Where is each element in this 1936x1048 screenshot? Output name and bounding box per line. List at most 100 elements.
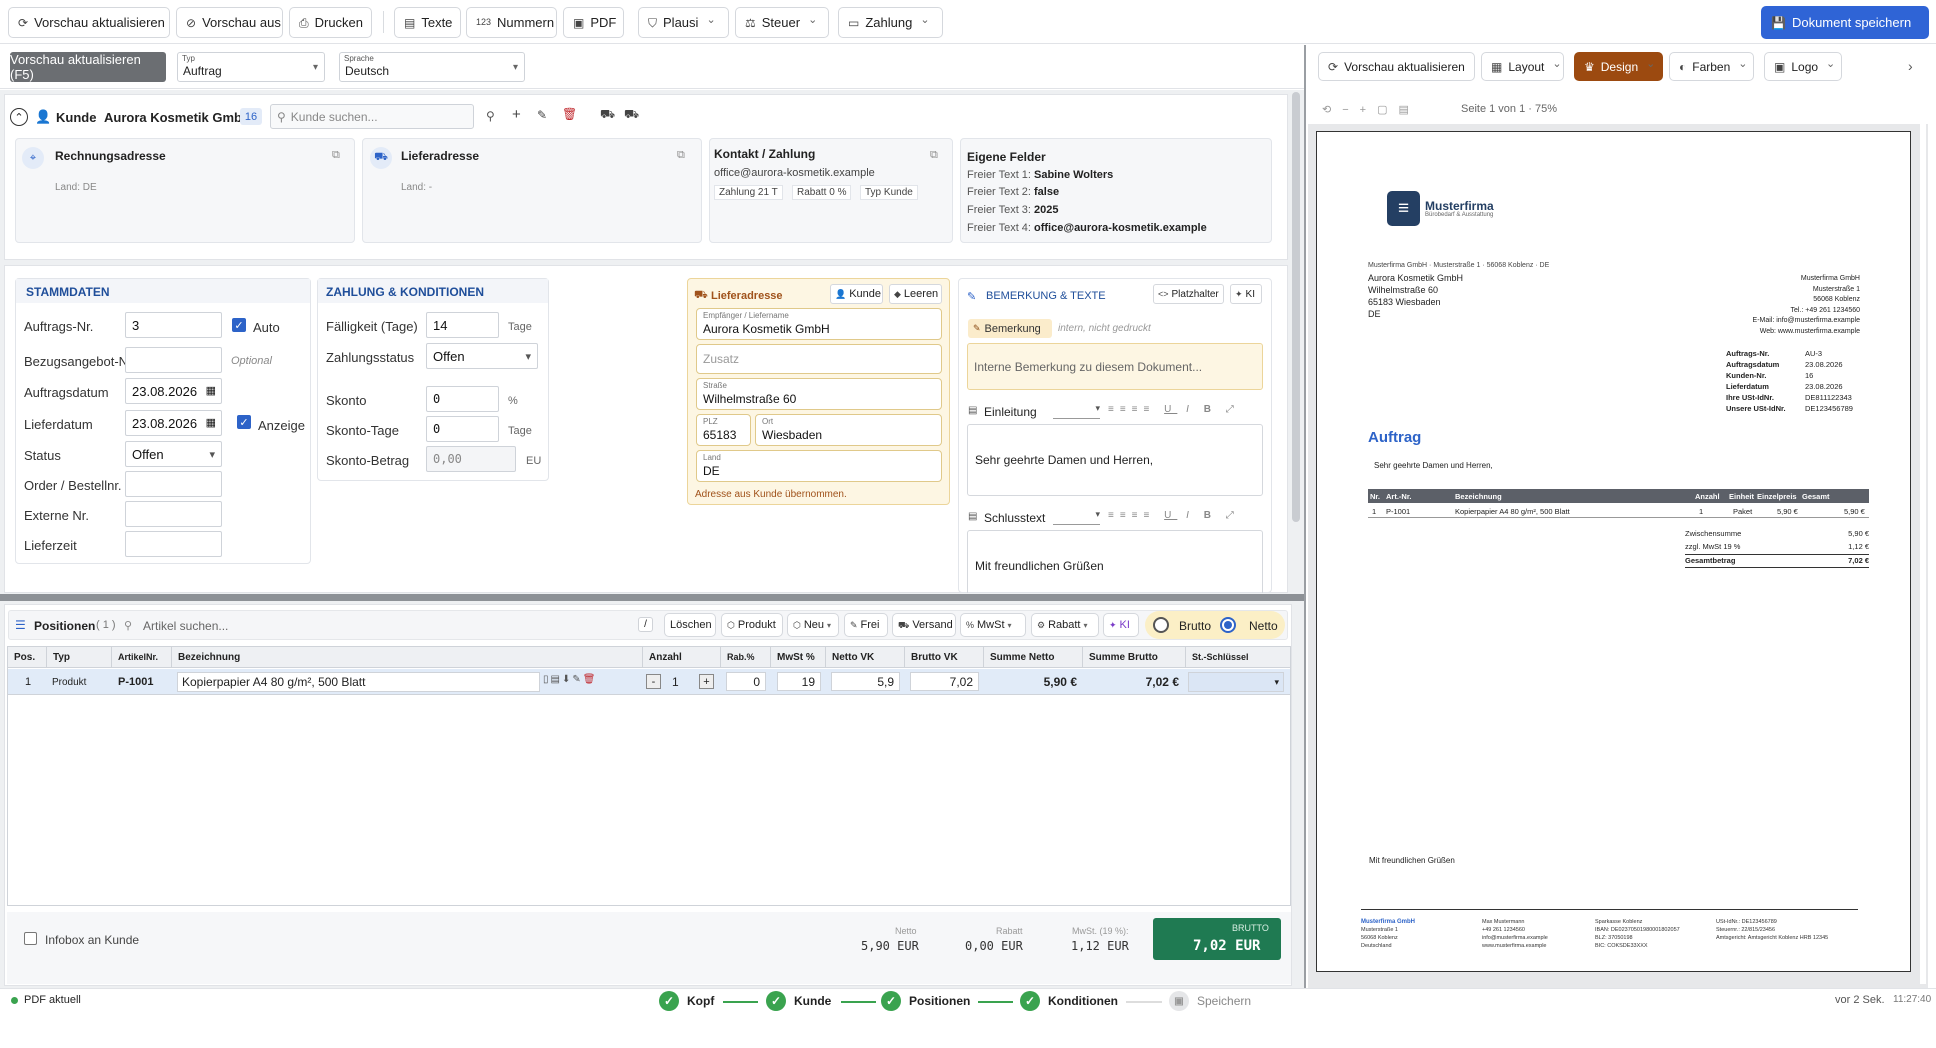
infobox-checkbox[interactable] xyxy=(24,932,37,945)
payment-dropdown[interactable]: ▭ Zahlung xyxy=(838,7,943,38)
net-radio[interactable] xyxy=(1220,617,1236,633)
plausi-dropdown[interactable]: ⛉ Plausi xyxy=(638,7,729,38)
preview-off-button[interactable]: ⊘ Vorschau aus xyxy=(176,7,283,38)
col-tax-key[interactable]: St.-Schlüssel xyxy=(1186,647,1290,667)
row-vat-input[interactable]: 19 xyxy=(777,672,821,691)
layout-dropdown[interactable]: ▦ Layout xyxy=(1481,52,1564,81)
print-button[interactable]: ⎙ Drucken xyxy=(289,7,372,38)
col-net-price[interactable]: Netto VK xyxy=(826,647,905,667)
gross-radio[interactable] xyxy=(1153,617,1169,633)
calendar-icon[interactable]: ▦ xyxy=(206,416,216,429)
col-description[interactable]: Bezeichnung xyxy=(172,647,643,667)
clear-address-button[interactable]: ◆ Leeren xyxy=(889,284,942,304)
col-quantity[interactable]: Anzahl xyxy=(643,647,721,667)
intro-text-editor[interactable]: Sehr geehrte Damen und Herren, xyxy=(967,424,1263,496)
placeholder-button[interactable]: <> Platzhalter xyxy=(1153,284,1224,304)
order-no-input[interactable]: 3 xyxy=(125,312,222,338)
free-position-button[interactable]: ✎ Frei xyxy=(844,613,888,637)
search-icon[interactable]: ⚲ xyxy=(486,109,495,123)
delivery-date-input[interactable]: 23.08.2026 ▦ xyxy=(125,410,222,436)
type-select[interactable]: Typ Auftrag ▾ xyxy=(177,52,325,82)
row-quantity[interactable]: 1 xyxy=(672,675,679,689)
col-pos[interactable]: Pos. xyxy=(8,647,47,667)
row-gross-price-input[interactable]: 7,02 xyxy=(910,672,979,691)
due-days-input[interactable]: 14 xyxy=(426,312,499,338)
row-action-icons[interactable]: ▯▤⬇✎🗑 xyxy=(543,674,597,685)
product-button[interactable]: ⬡ Produkt xyxy=(721,613,783,637)
show-checkbox[interactable]: ✓ xyxy=(237,415,251,429)
col-vat[interactable]: MwSt % xyxy=(771,647,826,667)
closing-text-editor[interactable]: Mit freundlichen Grüßen xyxy=(967,530,1263,593)
closing-format-select[interactable]: ▾ xyxy=(1053,509,1100,525)
vat-dropdown[interactable]: % MwSt ▾ xyxy=(960,613,1026,637)
collapse-toggle[interactable]: ⌃ xyxy=(10,108,28,126)
preview-controls[interactable]: ⟲−+▢▤ xyxy=(1322,103,1420,116)
zip-field[interactable]: PLZ 65183 xyxy=(696,414,751,446)
payment-status-select[interactable]: Offen xyxy=(426,343,538,369)
table-row[interactable]: 1 Produkt P-1001 Kopierpapier A4 80 g/m²… xyxy=(8,669,1290,695)
step-positions[interactable]: ✓ Positionen xyxy=(881,991,970,1011)
city-field[interactable]: Ort Wiesbaden xyxy=(755,414,942,446)
texts-button[interactable]: ▤ Texte xyxy=(394,7,461,38)
ref-no-input[interactable] xyxy=(125,347,222,373)
colors-dropdown[interactable]: ◐ Farben xyxy=(1669,52,1754,81)
col-article-no[interactable]: ArtikelNr. xyxy=(112,647,172,667)
col-sum-net[interactable]: Summe Netto xyxy=(984,647,1083,667)
refresh-preview-button[interactable]: ⟳ Vorschau aktualisieren xyxy=(8,7,170,38)
truck-icon[interactable]: ⛟ xyxy=(600,107,615,123)
order-ref-input[interactable] xyxy=(125,471,222,497)
row-discount-input[interactable]: 0 xyxy=(726,672,766,691)
external-no-input[interactable] xyxy=(125,501,222,527)
ai-position-button[interactable]: ✦ KI xyxy=(1103,613,1139,637)
tax-dropdown[interactable]: ⚖ Steuer xyxy=(735,7,829,38)
refresh-f5-button[interactable]: Vorschau aktualisieren (F5) xyxy=(10,52,166,82)
edit-icon[interactable]: ✎ xyxy=(537,108,547,122)
copy-icon[interactable]: ⧉ xyxy=(930,149,938,162)
row-net-price-input[interactable]: 5,9 xyxy=(831,672,900,691)
intro-format-select[interactable]: ▾ xyxy=(1053,403,1100,419)
shipping-button[interactable]: ⛟ Versand xyxy=(892,613,956,637)
save-document-button[interactable]: 💾 Dokument speichern xyxy=(1761,6,1929,39)
col-sum-gross[interactable]: Summe Brutto xyxy=(1083,647,1186,667)
intro-format-toolbar[interactable]: ≡≡≡≡ U I B ⤢ xyxy=(1108,404,1240,415)
internal-remark-input[interactable]: Interne Bemerkung zu diesem Dokument... xyxy=(967,343,1263,390)
details-scrollbar[interactable] xyxy=(1292,92,1300,522)
article-search-input[interactable]: Artikel suchen... xyxy=(143,619,443,633)
chevron-right-icon[interactable]: › xyxy=(1908,58,1913,74)
pdf-button[interactable]: ▣ PDF xyxy=(563,7,624,38)
extra-field[interactable]: Zusatz xyxy=(696,344,942,374)
qty-decrement-button[interactable]: - xyxy=(646,674,661,689)
closing-format-toolbar[interactable]: ≡≡≡≡ U I B ⤢ xyxy=(1108,510,1240,521)
step-customer[interactable]: ✓ Kunde xyxy=(766,991,831,1011)
col-gross-price[interactable]: Brutto VK xyxy=(905,647,984,667)
status-select[interactable]: Offen xyxy=(125,441,222,467)
preview-scrollbar[interactable] xyxy=(1920,124,1926,984)
delete-icon[interactable]: 🗑 xyxy=(562,107,577,121)
step-head[interactable]: ✓ Kopf xyxy=(659,991,714,1011)
step-save[interactable]: ▣ Speichern xyxy=(1169,991,1251,1011)
logo-dropdown[interactable]: ▣ Logo xyxy=(1764,52,1842,81)
copy-icon[interactable]: ⧉ xyxy=(332,149,340,162)
discount-dropdown[interactable]: ⚙ Rabatt ▾ xyxy=(1031,613,1099,637)
panel-splitter[interactable] xyxy=(0,594,1304,601)
delete-position-button[interactable]: Löschen xyxy=(664,613,716,637)
qty-increment-button[interactable]: + xyxy=(699,674,714,689)
language-select[interactable]: Sprache Deutsch ▾ xyxy=(339,52,525,82)
skonto-input[interactable]: 0 xyxy=(426,386,499,412)
copy-icon[interactable]: ⧉ xyxy=(677,149,685,162)
step-conditions[interactable]: ✓ Konditionen xyxy=(1020,991,1118,1011)
ai-button[interactable]: ✦ KI xyxy=(1230,284,1262,304)
col-discount[interactable]: Rab.% xyxy=(721,647,771,667)
numbers-button[interactable]: 123 Nummern xyxy=(466,7,557,38)
recipient-field[interactable]: Empfänger / Liefername Aurora Kosmetik Gm… xyxy=(696,308,942,340)
design-dropdown[interactable]: ♛ Design xyxy=(1574,52,1663,81)
customer-search-input[interactable]: ⚲ Kunde suchen... xyxy=(270,104,474,129)
add-icon[interactable]: + xyxy=(512,106,521,123)
auto-checkbox[interactable]: ✓ xyxy=(232,318,246,332)
use-customer-button[interactable]: 👤 Kunde xyxy=(830,284,883,304)
skonto-days-input[interactable]: 0 xyxy=(426,416,499,442)
col-type[interactable]: Typ xyxy=(47,647,112,667)
order-date-input[interactable]: 23.08.2026 ▦ xyxy=(125,378,222,404)
country-field[interactable]: Land DE xyxy=(696,450,942,482)
street-field[interactable]: Straße Wilhelmstraße 60 xyxy=(696,378,942,410)
